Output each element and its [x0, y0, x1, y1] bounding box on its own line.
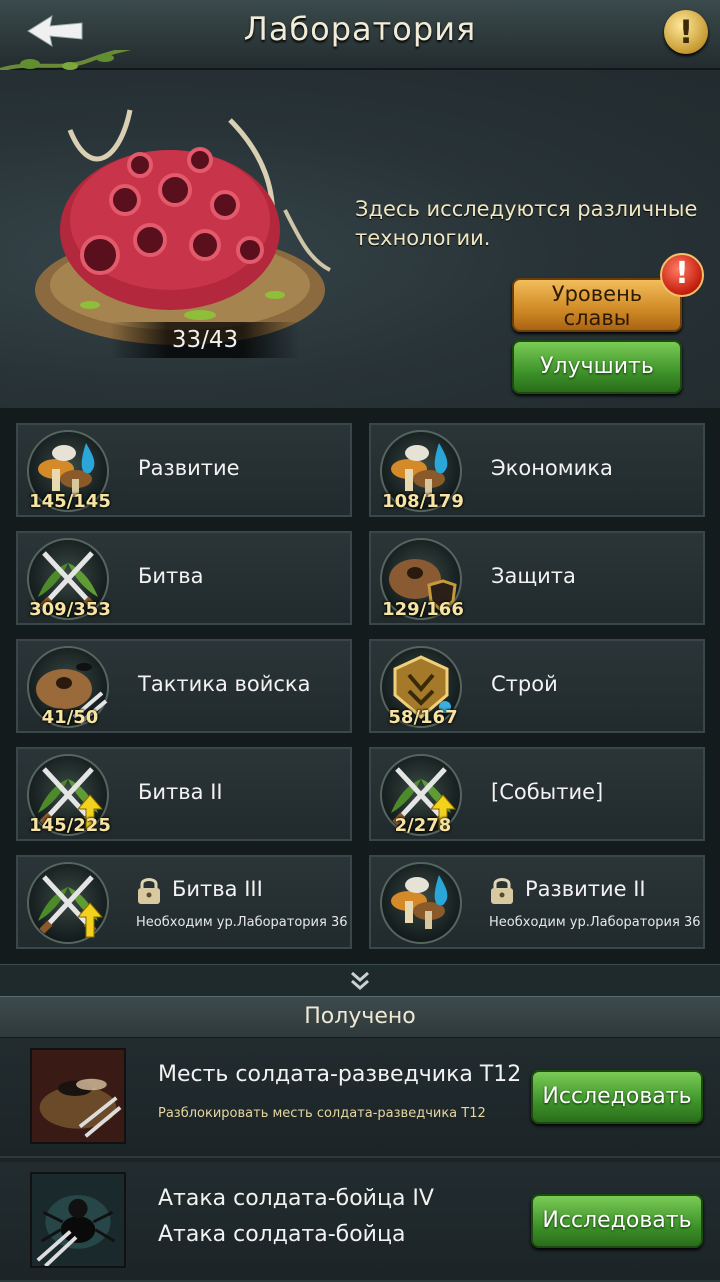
category-label: Битва II	[138, 780, 223, 804]
research-button[interactable]: Исследовать	[531, 1070, 703, 1124]
item-title: Месть солдата-разведчика T12	[158, 1062, 522, 1087]
glory-button-label-line1: Уровень	[551, 282, 643, 306]
category-card[interactable]: 108/179 Экономика	[369, 423, 705, 517]
category-count: 145/145	[29, 491, 111, 512]
exclamation-icon: !	[678, 13, 694, 51]
page-title: Лаборатория	[243, 10, 477, 48]
upgrade-button[interactable]: Улучшить	[512, 340, 682, 394]
received-item: Месть солдата-разведчика T12 Разблокиров…	[0, 1038, 720, 1158]
crossed-swords-arrow-icon	[27, 862, 109, 944]
exclamation-icon: !	[675, 256, 689, 291]
category-label: Развитие	[138, 456, 240, 480]
category-card[interactable]: 145/225 Битва II	[16, 747, 352, 841]
info-button[interactable]: !	[664, 10, 708, 54]
category-count: 129/166	[382, 599, 464, 620]
category-count: 108/179	[382, 491, 464, 512]
received-item: Атака солдата-бойца IV Атака солдата-бой…	[0, 1162, 720, 1282]
category-card[interactable]: 41/50 Тактика войска	[16, 639, 352, 733]
category-label: Экономика	[491, 456, 613, 480]
alert-badge: !	[660, 253, 704, 297]
scout-ant-icon	[30, 1048, 126, 1144]
section-divider[interactable]	[0, 964, 720, 997]
category-count: 309/353	[29, 599, 111, 620]
category-label: [Событие]	[491, 780, 604, 804]
chevron-down-icon	[351, 971, 369, 990]
category-card[interactable]: 58/167 Строй	[369, 639, 705, 733]
category-card[interactable]: 129/166 Защита	[369, 531, 705, 625]
category-card[interactable]: 145/145 Развитие	[16, 423, 352, 517]
category-label: Развитие II	[525, 877, 646, 901]
category-label: Защита	[491, 564, 576, 588]
lab-progress-counter: 33/43	[110, 322, 300, 358]
category-requirement: Необходим ур.Лаборатория 36	[136, 915, 348, 930]
category-count: 58/167	[388, 707, 458, 728]
category-card[interactable]: Развитие II Необходим ур.Лаборатория 36	[369, 855, 705, 949]
glory-level-button[interactable]: Уровень славы	[512, 278, 682, 332]
category-card[interactable]: 2/278 [Событие]	[369, 747, 705, 841]
mushroom-drop-icon	[380, 862, 462, 944]
glory-button-label-line2: славы	[563, 306, 631, 330]
category-requirement: Необходим ур.Лаборатория 36	[489, 915, 701, 930]
lock-icon	[138, 878, 160, 904]
category-count: 145/225	[29, 815, 111, 836]
lab-hero: 33/43 Здесь исследуются различные технол…	[0, 70, 720, 408]
category-label: Битва III	[172, 877, 263, 901]
top-bar: Лаборатория !	[0, 0, 720, 72]
lab-description: Здесь исследуются различные технологии.	[355, 197, 698, 250]
category-count: 41/50	[41, 707, 99, 728]
category-card[interactable]: Битва III Необходим ур.Лаборатория 36	[16, 855, 352, 949]
research-button[interactable]: Исследовать	[531, 1194, 703, 1248]
category-label: Тактика войска	[138, 672, 311, 696]
category-card[interactable]: 309/353 Битва	[16, 531, 352, 625]
received-header: Получено	[0, 996, 720, 1038]
category-label: Битва	[138, 564, 204, 588]
coral-nest-icon	[35, 109, 331, 345]
category-count: 2/278	[394, 815, 452, 836]
item-title: Атака солдата-бойца IV	[158, 1186, 434, 1211]
fighter-ant-icon	[30, 1172, 126, 1268]
lock-icon	[491, 878, 513, 904]
item-subtitle: Атака солдата-бойца	[158, 1222, 406, 1247]
item-subtitle: Разблокировать месть солдата-разведчика …	[158, 1106, 486, 1121]
category-label: Строй	[491, 672, 558, 696]
